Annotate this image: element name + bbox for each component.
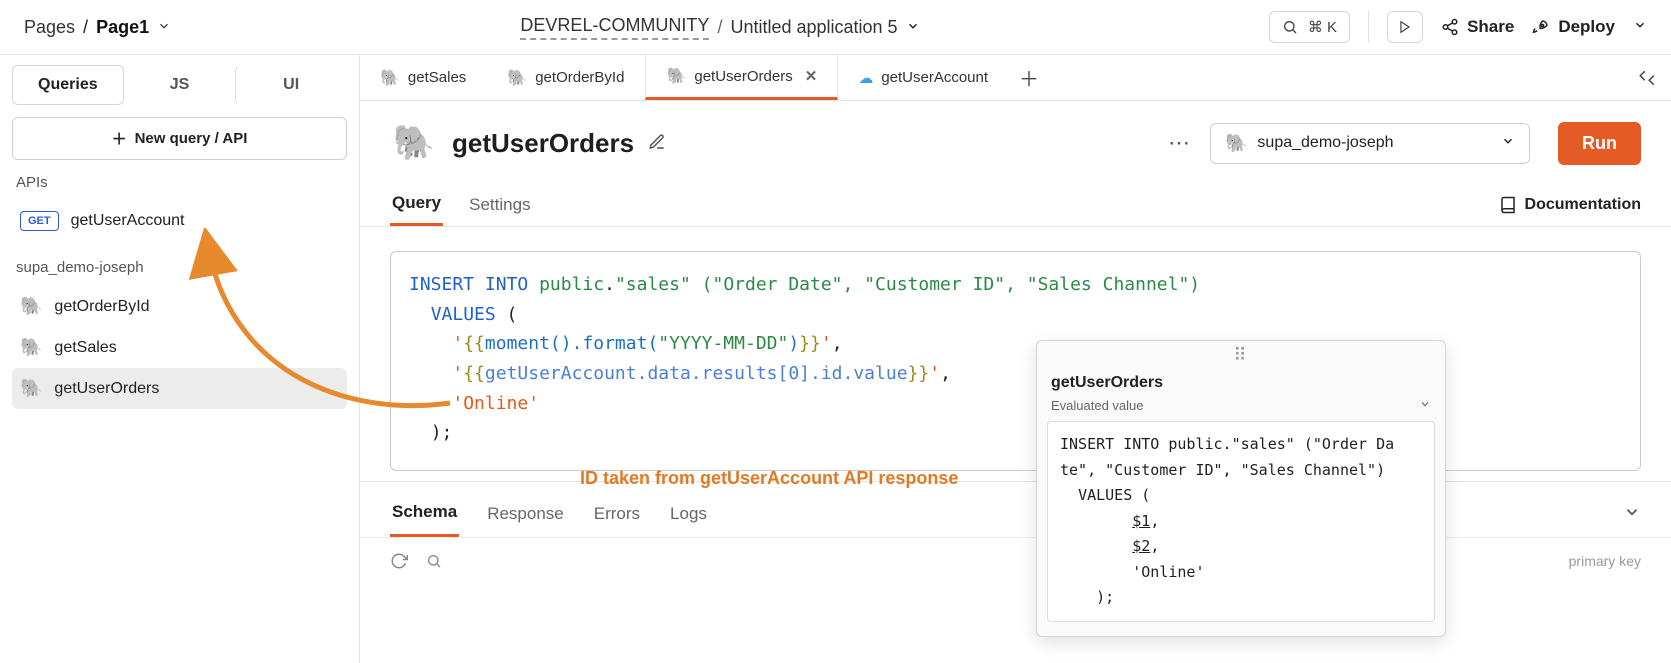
filetab-label: getOrderById — [535, 69, 624, 86]
sidebar-tab-queries[interactable]: Queries — [12, 65, 124, 105]
project-name[interactable]: DEVREL-COMMUNITY — [520, 15, 709, 40]
rocket-icon — [1532, 18, 1550, 36]
datasource-select[interactable]: 🐘 supa_demo-joseph — [1210, 123, 1530, 164]
share-button[interactable]: Share — [1441, 17, 1514, 37]
chevron-down-icon[interactable] — [906, 17, 920, 38]
topbar-divider — [1368, 11, 1369, 43]
subtab-query[interactable]: Query — [390, 183, 443, 226]
new-tab-button[interactable]: ＋ — [1009, 55, 1049, 100]
result-tab-response[interactable]: Response — [485, 492, 566, 536]
http-method-badge: GET — [20, 211, 59, 231]
search-icon[interactable] — [426, 553, 442, 569]
subtab-settings[interactable]: Settings — [467, 185, 532, 225]
postgres-icon: 🐘 — [20, 296, 42, 317]
sidebar-api-getuseraccount[interactable]: GET getUserAccount — [12, 201, 347, 241]
refresh-icon[interactable] — [390, 552, 408, 570]
collapse-panel-icon[interactable] — [1623, 55, 1671, 100]
drag-handle-icon[interactable]: ⠿ — [1037, 341, 1445, 370]
datasource-name: supa_demo-joseph — [1257, 134, 1393, 152]
sidebar-query-getsales[interactable]: 🐘 getSales — [12, 327, 347, 368]
filetab-label: getSales — [408, 69, 466, 86]
result-tab-logs[interactable]: Logs — [668, 492, 709, 536]
postgres-icon: 🐘 — [20, 378, 42, 399]
breadcrumb-page[interactable]: Page1 — [96, 17, 149, 38]
popover-title: getUserOrders — [1037, 370, 1445, 394]
postgres-icon: 🐘 — [20, 337, 42, 358]
chevron-down-icon[interactable] — [157, 17, 171, 38]
deploy-button[interactable]: Deploy — [1532, 17, 1647, 37]
filetab-label: getUserAccount — [881, 69, 988, 86]
result-tab-errors[interactable]: Errors — [592, 492, 642, 536]
sidebar-section-datasource: supa_demo-joseph — [16, 259, 343, 276]
postgres-icon: 🐘 — [507, 68, 527, 88]
sidebar-item-label: getUserAccount — [71, 212, 185, 230]
app-name[interactable]: Untitled application 5 — [730, 17, 897, 38]
chevron-down-icon — [1501, 134, 1515, 153]
new-query-button[interactable]: ＋ New query / API — [12, 117, 347, 160]
sidebar-item-label: getUserOrders — [54, 380, 159, 398]
breadcrumb-sep: / — [83, 17, 88, 38]
evaluated-sql: INSERT INTO public."sales" ("Order Da te… — [1047, 421, 1435, 622]
primary-key-label: primary key — [1569, 553, 1641, 569]
sidebar-item-label: getOrderById — [54, 298, 149, 316]
preview-button[interactable] — [1387, 11, 1423, 43]
postgres-icon: 🐘 — [380, 68, 400, 88]
postgres-icon: 🐘 — [1225, 133, 1247, 154]
evaluated-value-popover: ⠿ getUserOrders Evaluated value INSERT I… — [1036, 340, 1446, 637]
filetab-label: getUserOrders — [694, 68, 792, 85]
query-title: getUserOrders — [452, 128, 634, 159]
result-tab-schema[interactable]: Schema — [390, 490, 459, 537]
filetab-getorderbyid[interactable]: 🐘 getOrderById — [487, 55, 645, 100]
filetab-getuseraccount[interactable]: ☁ getUserAccount — [838, 55, 1009, 100]
breadcrumb-sep-2: / — [717, 17, 722, 38]
share-icon — [1441, 18, 1459, 36]
search-icon — [1282, 19, 1298, 35]
sidebar-tab-ui[interactable]: UI — [235, 65, 347, 105]
close-icon[interactable]: ✕ — [805, 67, 818, 85]
chevron-down-icon[interactable] — [1633, 17, 1647, 37]
sql-editor[interactable]: INSERT INTO public."sales" ("Order Date"… — [390, 251, 1641, 471]
plus-icon: ＋ — [112, 128, 127, 149]
sidebar-query-getorderbyid[interactable]: 🐘 getOrderById — [12, 286, 347, 327]
filetab-getuserorders[interactable]: 🐘 getUserOrders ✕ — [645, 55, 838, 100]
edit-icon[interactable] — [648, 133, 666, 154]
popover-section-label: Evaluated value — [1051, 398, 1144, 413]
sidebar-query-getuserorders[interactable]: 🐘 getUserOrders — [12, 368, 347, 409]
book-icon — [1499, 196, 1517, 214]
filetab-getsales[interactable]: 🐘 getSales — [360, 55, 487, 100]
cloud-icon: ☁ — [858, 69, 873, 87]
cmdk-shortcut: ⌘ K — [1308, 18, 1337, 36]
chevron-down-icon[interactable] — [1419, 398, 1431, 413]
more-icon[interactable]: ⋯ — [1168, 130, 1190, 156]
sidebar-item-label: getSales — [54, 339, 116, 357]
postgres-icon: 🐘 — [666, 66, 686, 86]
sidebar-section-apis: APIs — [16, 174, 343, 191]
documentation-link[interactable]: Documentation — [1499, 196, 1641, 214]
breadcrumb-pages[interactable]: Pages — [24, 17, 75, 38]
command-search[interactable]: ⌘ K — [1269, 11, 1350, 43]
run-button[interactable]: Run — [1558, 122, 1641, 165]
chevron-down-icon[interactable] — [1623, 501, 1641, 527]
sidebar-tab-js[interactable]: JS — [124, 65, 236, 105]
postgres-icon: 🐘 — [390, 119, 438, 167]
